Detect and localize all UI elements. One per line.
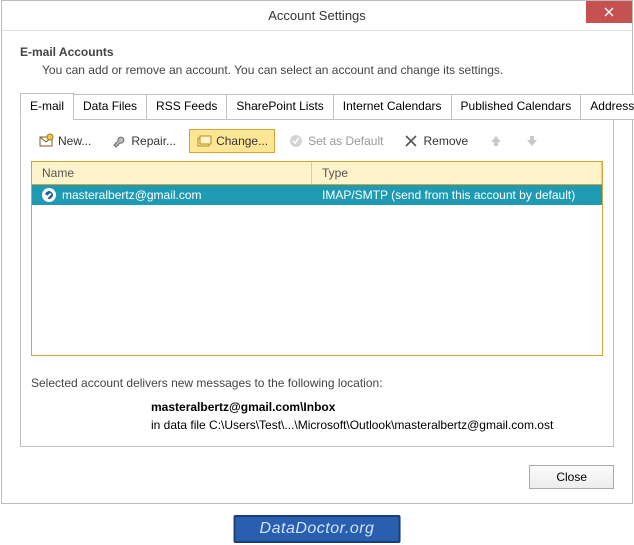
arrow-down-icon <box>524 133 540 149</box>
dialog-footer: Close <box>2 457 632 503</box>
watermark: DataDoctor.org <box>234 515 401 543</box>
account-name: masteralbertz@gmail.com <box>62 188 202 202</box>
repair-icon <box>111 133 127 149</box>
account-type: IMAP/SMTP (send from this account by def… <box>312 185 602 205</box>
move-up-button <box>481 129 511 153</box>
default-account-icon <box>42 188 56 202</box>
tab-data-files[interactable]: Data Files <box>73 94 147 120</box>
account-settings-dialog: Account Settings E-mail Accounts You can… <box>1 0 633 504</box>
remove-label: Remove <box>423 134 468 148</box>
new-icon <box>38 133 54 149</box>
tab-panel-email: New... Repair... Change... Set as Defaul… <box>21 118 613 446</box>
tab-rss-feeds[interactable]: RSS Feeds <box>146 94 227 120</box>
close-button[interactable]: Close <box>529 465 614 489</box>
tab-strip: E-mail Data Files RSS Feeds SharePoint L… <box>20 93 614 119</box>
delivery-path: in data file C:\Users\Test\...\Microsoft… <box>151 418 603 432</box>
move-down-button <box>517 129 547 153</box>
titlebar: Account Settings <box>2 1 632 31</box>
tab-published-calendars[interactable]: Published Calendars <box>451 94 582 120</box>
dialog-title: Account Settings <box>268 8 366 23</box>
section-subheading: You can add or remove an account. You ca… <box>42 63 614 77</box>
new-button[interactable]: New... <box>31 129 98 153</box>
repair-button[interactable]: Repair... <box>104 129 183 153</box>
window-close-button[interactable] <box>586 1 632 23</box>
change-button[interactable]: Change... <box>189 129 275 153</box>
set-default-button: Set as Default <box>281 129 390 153</box>
remove-button[interactable]: Remove <box>396 129 475 153</box>
section-heading: E-mail Accounts <box>20 45 614 59</box>
set-default-label: Set as Default <box>308 134 383 148</box>
dialog-content: E-mail Accounts You can add or remove an… <box>2 31 632 457</box>
list-row[interactable]: masteralbertz@gmail.com IMAP/SMTP (send … <box>32 185 602 205</box>
change-label: Change... <box>216 134 268 148</box>
change-icon <box>196 133 212 149</box>
column-header-type[interactable]: Type <box>312 162 602 184</box>
tabs-container: E-mail Data Files RSS Feeds SharePoint L… <box>20 93 614 447</box>
list-header: Name Type <box>32 162 602 185</box>
arrow-up-icon <box>488 133 504 149</box>
delivery-location: masteralbertz@gmail.com\Inbox <box>151 400 603 414</box>
accounts-list: Name Type masteralbertz@gmail.com IMAP/S… <box>31 161 603 356</box>
toolbar: New... Repair... Change... Set as Defaul… <box>31 127 603 161</box>
new-label: New... <box>58 134 91 148</box>
tab-sharepoint-lists[interactable]: SharePoint Lists <box>226 94 333 120</box>
column-header-name[interactable]: Name <box>32 162 312 184</box>
tab-internet-calendars[interactable]: Internet Calendars <box>333 94 452 120</box>
close-icon <box>604 7 614 17</box>
remove-icon <box>403 133 419 149</box>
delivery-note: Selected account delivers new messages t… <box>31 376 603 390</box>
tab-address-books[interactable]: Address Books <box>580 94 634 120</box>
repair-label: Repair... <box>131 134 176 148</box>
check-circle-icon <box>288 133 304 149</box>
tab-panel-wrap: New... Repair... Change... Set as Defaul… <box>20 118 614 447</box>
tab-email[interactable]: E-mail <box>20 93 74 119</box>
